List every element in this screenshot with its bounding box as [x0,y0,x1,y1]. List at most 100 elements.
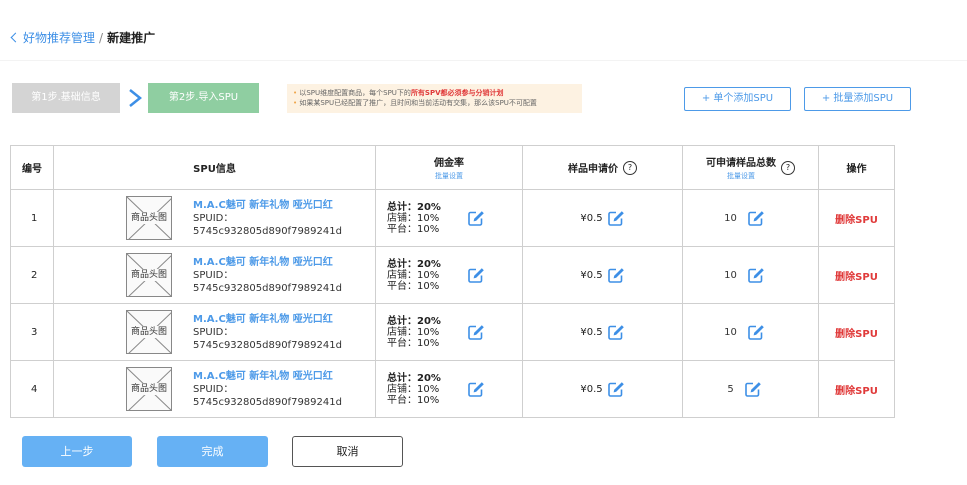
spu-table: 编号 SPU信息 佣金率 批量设置 样品申请价 ? 可申请样品总数 批量设置 ?… [10,145,895,418]
edit-pencil-icon[interactable] [747,324,765,341]
header-spu-info: SPU信息 [53,145,376,190]
commission-platform: 平台：10% [387,337,440,349]
sample-total-value: 10 [724,326,737,338]
commission-cell: 总计：20% 店铺：10% 平台：10% [375,360,523,418]
done-button[interactable]: 完成 [157,436,268,467]
sample-price-cell: ¥0.5 [522,360,683,418]
header-sample-total-label: 可申请样品总数 [706,158,776,169]
delete-spu-button[interactable]: 删除SPU [818,189,895,247]
commission-shop: 店铺：10% [387,326,440,338]
edit-pencil-icon[interactable] [467,381,485,398]
row-index: 1 [10,189,54,247]
table-row: 2 商品头图 M.A.C魅可 新年礼物 哑光口红 SPUID：5745c9328… [10,246,895,304]
sample-total-cell: 5 [682,360,819,418]
commission-total: 总计：20% [387,201,441,213]
spu-info-cell: 商品头图 M.A.C魅可 新年礼物 哑光口红 SPUID：5745c932805… [53,360,376,418]
spu-id: SPUID：5745c932805d890f7989241d [193,212,342,237]
chevron-left-icon [10,32,21,43]
notice-highlight: 所有SPV都必须参与分销计划 [410,89,504,97]
commission-cell: 总计：20% 店铺：10% 平台：10% [375,303,523,361]
breadcrumb: 好物推荐管理 / 新建推广 [10,29,155,46]
sample-total-value: 10 [724,269,737,281]
notice-box: • 以SPU维度配置商品，每个SPU下的所有SPV都必须参与分销计划 • 如果某… [287,84,582,113]
delete-spu-button[interactable]: 删除SPU [818,303,895,361]
thumbnail-label: 商品头图 [127,269,171,281]
notice-line-1: • 以SPU维度配置商品，每个SPU下的所有SPV都必须参与分销计划 [293,88,576,98]
question-circle-icon[interactable]: ? [781,160,795,175]
notice-line-2-text: 如果某SPU已经配置了推广，且时间和当前活动有交集，那么该SPU不可配置 [299,99,537,107]
edit-pencil-icon[interactable] [607,210,625,227]
header-sample-total: 可申请样品总数 批量设置 ? [682,145,819,190]
breadcrumb-separator: / [99,30,104,45]
spu-name-link[interactable]: M.A.C魅可 新年礼物 哑光口红 [193,256,375,269]
thumbnail-label: 商品头图 [127,212,171,224]
notice-line-1-prefix: 以SPU维度配置商品，每个SPU下的 [299,89,411,97]
step-basic-info: 第1步.基础信息 [12,83,120,113]
sample-price-cell: ¥0.5 [522,189,683,247]
header-sample-price: 样品申请价 ? [522,145,683,190]
spu-id: SPUID：5745c932805d890f7989241d [193,383,342,408]
edit-pencil-icon[interactable] [467,210,485,227]
question-circle-icon[interactable]: ? [623,160,637,175]
table-row: 1 商品头图 M.A.C魅可 新年礼物 哑光口红 SPUID：5745c9328… [10,189,895,247]
spu-info-cell: 商品头图 M.A.C魅可 新年礼物 哑光口红 SPUID：5745c932805… [53,303,376,361]
thumbnail-label: 商品头图 [127,383,171,395]
spu-id: SPUID：5745c932805d890f7989241d [193,269,342,294]
add-single-spu-button[interactable]: + 单个添加SPU [684,87,791,111]
spu-name-link[interactable]: M.A.C魅可 新年礼物 哑光口红 [193,313,375,326]
product-thumbnail: 商品头图 [126,253,172,297]
commission-cell: 总计：20% 店铺：10% 平台：10% [375,246,523,304]
breadcrumb-back-link[interactable]: 好物推荐管理 [10,29,95,46]
delete-spu-button[interactable]: 删除SPU [818,360,895,418]
commission-platform: 平台：10% [387,223,440,235]
edit-pencil-icon[interactable] [467,267,485,284]
add-batch-spu-button[interactable]: + 批量添加SPU [804,87,911,111]
step-import-spu: 第2步.导入SPU [148,83,259,113]
row-index: 3 [10,303,54,361]
edit-pencil-icon[interactable] [607,381,625,398]
commission-total: 总计：20% [387,372,441,384]
sample-total-value: 10 [724,212,737,224]
spu-info-cell: 商品头图 M.A.C魅可 新年礼物 哑光口红 SPUID：5745c932805… [53,189,376,247]
edit-pencil-icon[interactable] [747,210,765,227]
commission-total: 总计：20% [387,315,441,327]
step-arrow-icon [129,89,143,107]
row-index: 2 [10,246,54,304]
commission-shop: 店铺：10% [387,212,440,224]
header-divider [0,60,967,61]
edit-pencil-icon[interactable] [607,324,625,341]
sample-total-cell: 10 [682,303,819,361]
cancel-button[interactable]: 取消 [292,436,403,467]
commission-platform: 平台：10% [387,280,440,292]
product-thumbnail: 商品头图 [126,367,172,411]
sample-total-value: 5 [727,383,734,395]
spu-id: SPUID：5745c932805d890f7989241d [193,326,342,351]
prev-step-button[interactable]: 上一步 [22,436,132,467]
edit-pencil-icon[interactable] [467,324,485,341]
notice-line-2: • 如果某SPU已经配置了推广，且时间和当前活动有交集，那么该SPU不可配置 [293,98,576,108]
commission-shop: 店铺：10% [387,269,440,281]
header-commission: 佣金率 批量设置 [375,145,523,190]
sample-price-value: ¥0.5 [580,326,603,338]
edit-pencil-icon[interactable] [747,267,765,284]
table-header-row: 编号 SPU信息 佣金率 批量设置 样品申请价 ? 可申请样品总数 批量设置 ?… [10,145,895,190]
sample-price-value: ¥0.5 [580,212,603,224]
header-sample-price-label: 样品申请价 [568,164,618,175]
sample-total-batch-set-link[interactable]: 批量设置 [706,171,776,181]
spu-name-link[interactable]: M.A.C魅可 新年礼物 哑光口红 [193,370,375,383]
commission-platform: 平台：10% [387,394,440,406]
product-thumbnail: 商品头图 [126,196,172,240]
sample-price-cell: ¥0.5 [522,303,683,361]
page-title: 新建推广 [107,31,156,45]
edit-pencil-icon[interactable] [607,267,625,284]
header-operation: 操作 [818,145,895,190]
commission-batch-set-link[interactable]: 批量设置 [434,171,464,181]
commission-shop: 店铺：10% [387,383,440,395]
spu-name-link[interactable]: M.A.C魅可 新年礼物 哑光口红 [193,199,375,212]
sample-price-cell: ¥0.5 [522,246,683,304]
breadcrumb-parent[interactable]: 好物推荐管理 [23,29,95,46]
edit-pencil-icon[interactable] [744,381,762,398]
delete-spu-button[interactable]: 删除SPU [818,246,895,304]
sample-price-value: ¥0.5 [580,269,603,281]
sample-total-cell: 10 [682,246,819,304]
